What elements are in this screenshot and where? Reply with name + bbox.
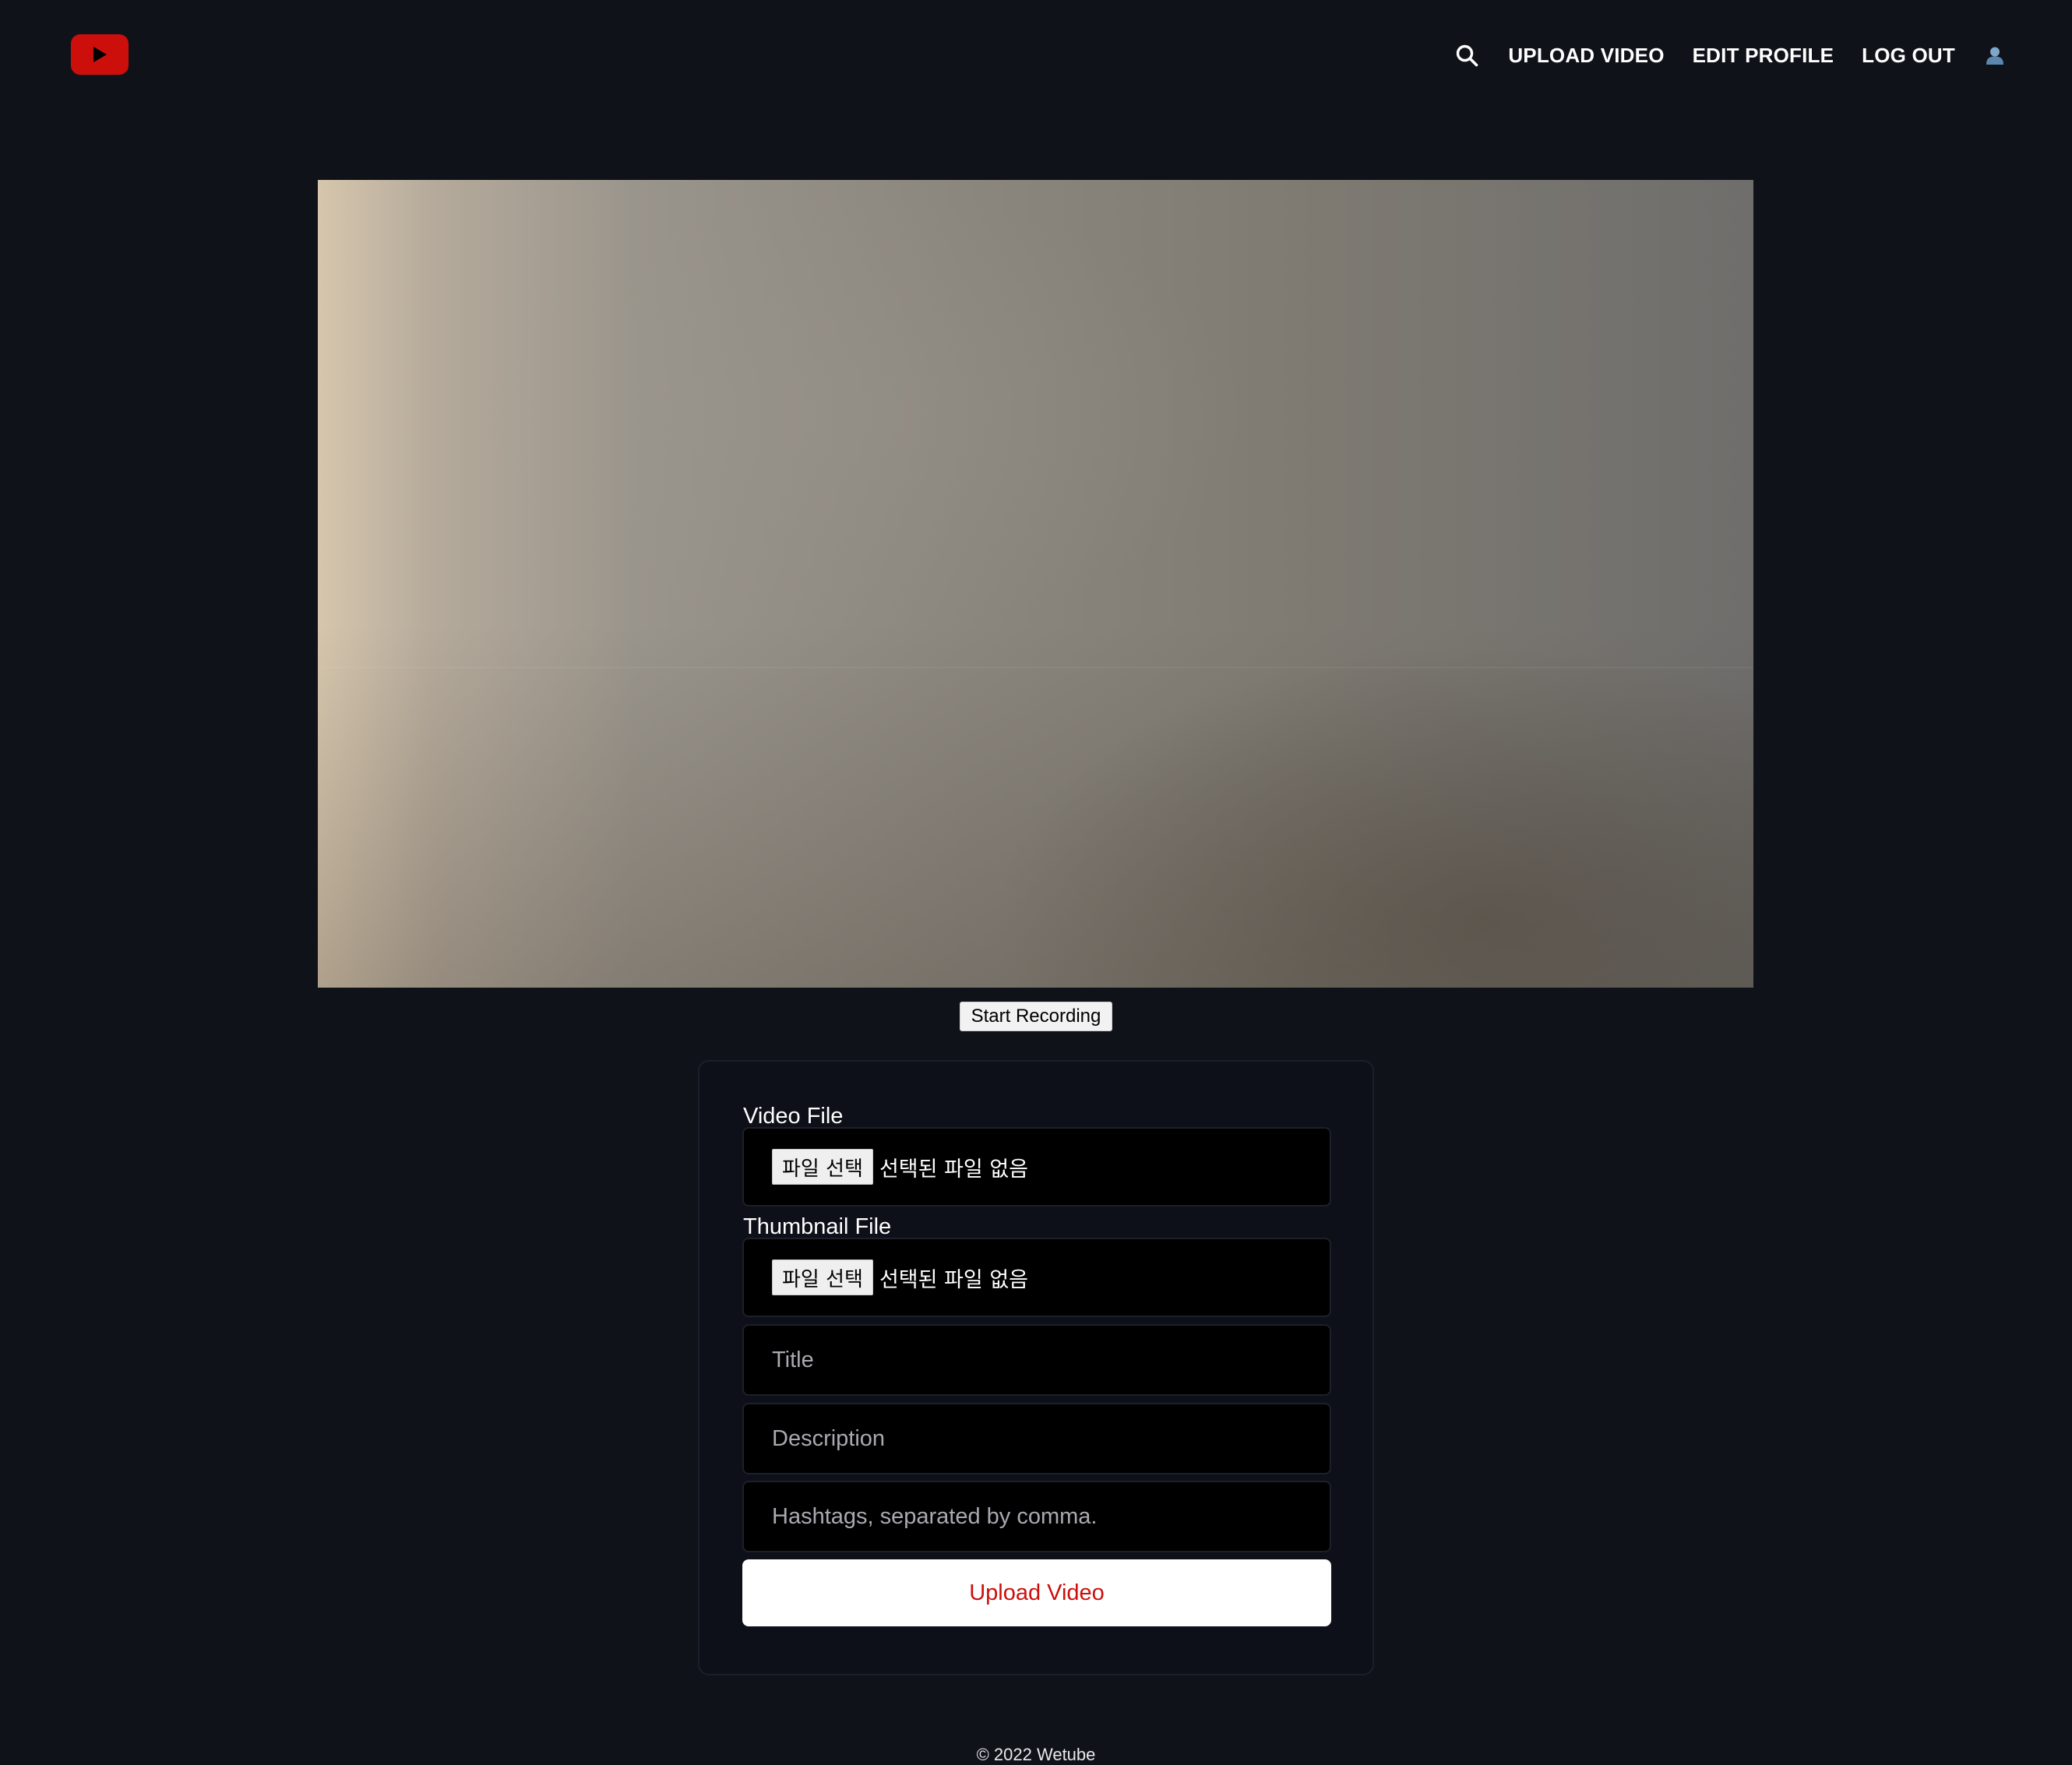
upload-form: Video File 파일 선택 선택된 파일 없음 Thumbnail Fil…	[698, 1060, 1374, 1675]
video-file-input[interactable]: 파일 선택 선택된 파일 없음	[742, 1127, 1331, 1207]
thumbnail-file-input[interactable]: 파일 선택 선택된 파일 없음	[742, 1238, 1331, 1317]
preview-scanline	[318, 667, 1753, 668]
title-input[interactable]	[742, 1324, 1331, 1396]
thumbnail-file-row: 파일 선택 선택된 파일 없음	[772, 1259, 1028, 1295]
site-header: UPLOAD VIDEO EDIT PROFILE LOG OUT	[0, 0, 2072, 109]
video-file-status: 선택된 파일 없음	[879, 1157, 1028, 1182]
user-avatar-icon[interactable]	[1983, 44, 2007, 67]
nav-upload-video-link[interactable]: UPLOAD VIDEO	[1508, 44, 1664, 68]
thumbnail-file-label: Thumbnail File	[743, 1214, 892, 1239]
video-file-row: 파일 선택 선택된 파일 없음	[772, 1149, 1028, 1185]
footer-copyright: © 2022 Wetube	[976, 1745, 1096, 1764]
youtube-play-icon	[93, 47, 107, 62]
thumbnail-file-status: 선택된 파일 없음	[879, 1267, 1028, 1292]
nav-log-out-link[interactable]: LOG OUT	[1862, 44, 1955, 68]
start-recording-button[interactable]: Start Recording	[960, 1002, 1112, 1031]
nav-edit-profile-link[interactable]: EDIT PROFILE	[1693, 44, 1834, 68]
description-input[interactable]	[742, 1403, 1331, 1474]
home-logo-link[interactable]	[71, 34, 129, 75]
thumbnail-file-choose-button[interactable]: 파일 선택	[772, 1259, 873, 1295]
video-preview	[318, 180, 1753, 988]
search-icon[interactable]	[1454, 42, 1480, 69]
video-file-label: Video File	[743, 1104, 844, 1129]
upload-video-submit-button[interactable]: Upload Video	[742, 1559, 1331, 1626]
video-file-choose-button[interactable]: 파일 선택	[772, 1149, 873, 1185]
hashtags-input[interactable]	[742, 1481, 1331, 1552]
main-nav: UPLOAD VIDEO EDIT PROFILE LOG OUT	[1454, 34, 2007, 76]
